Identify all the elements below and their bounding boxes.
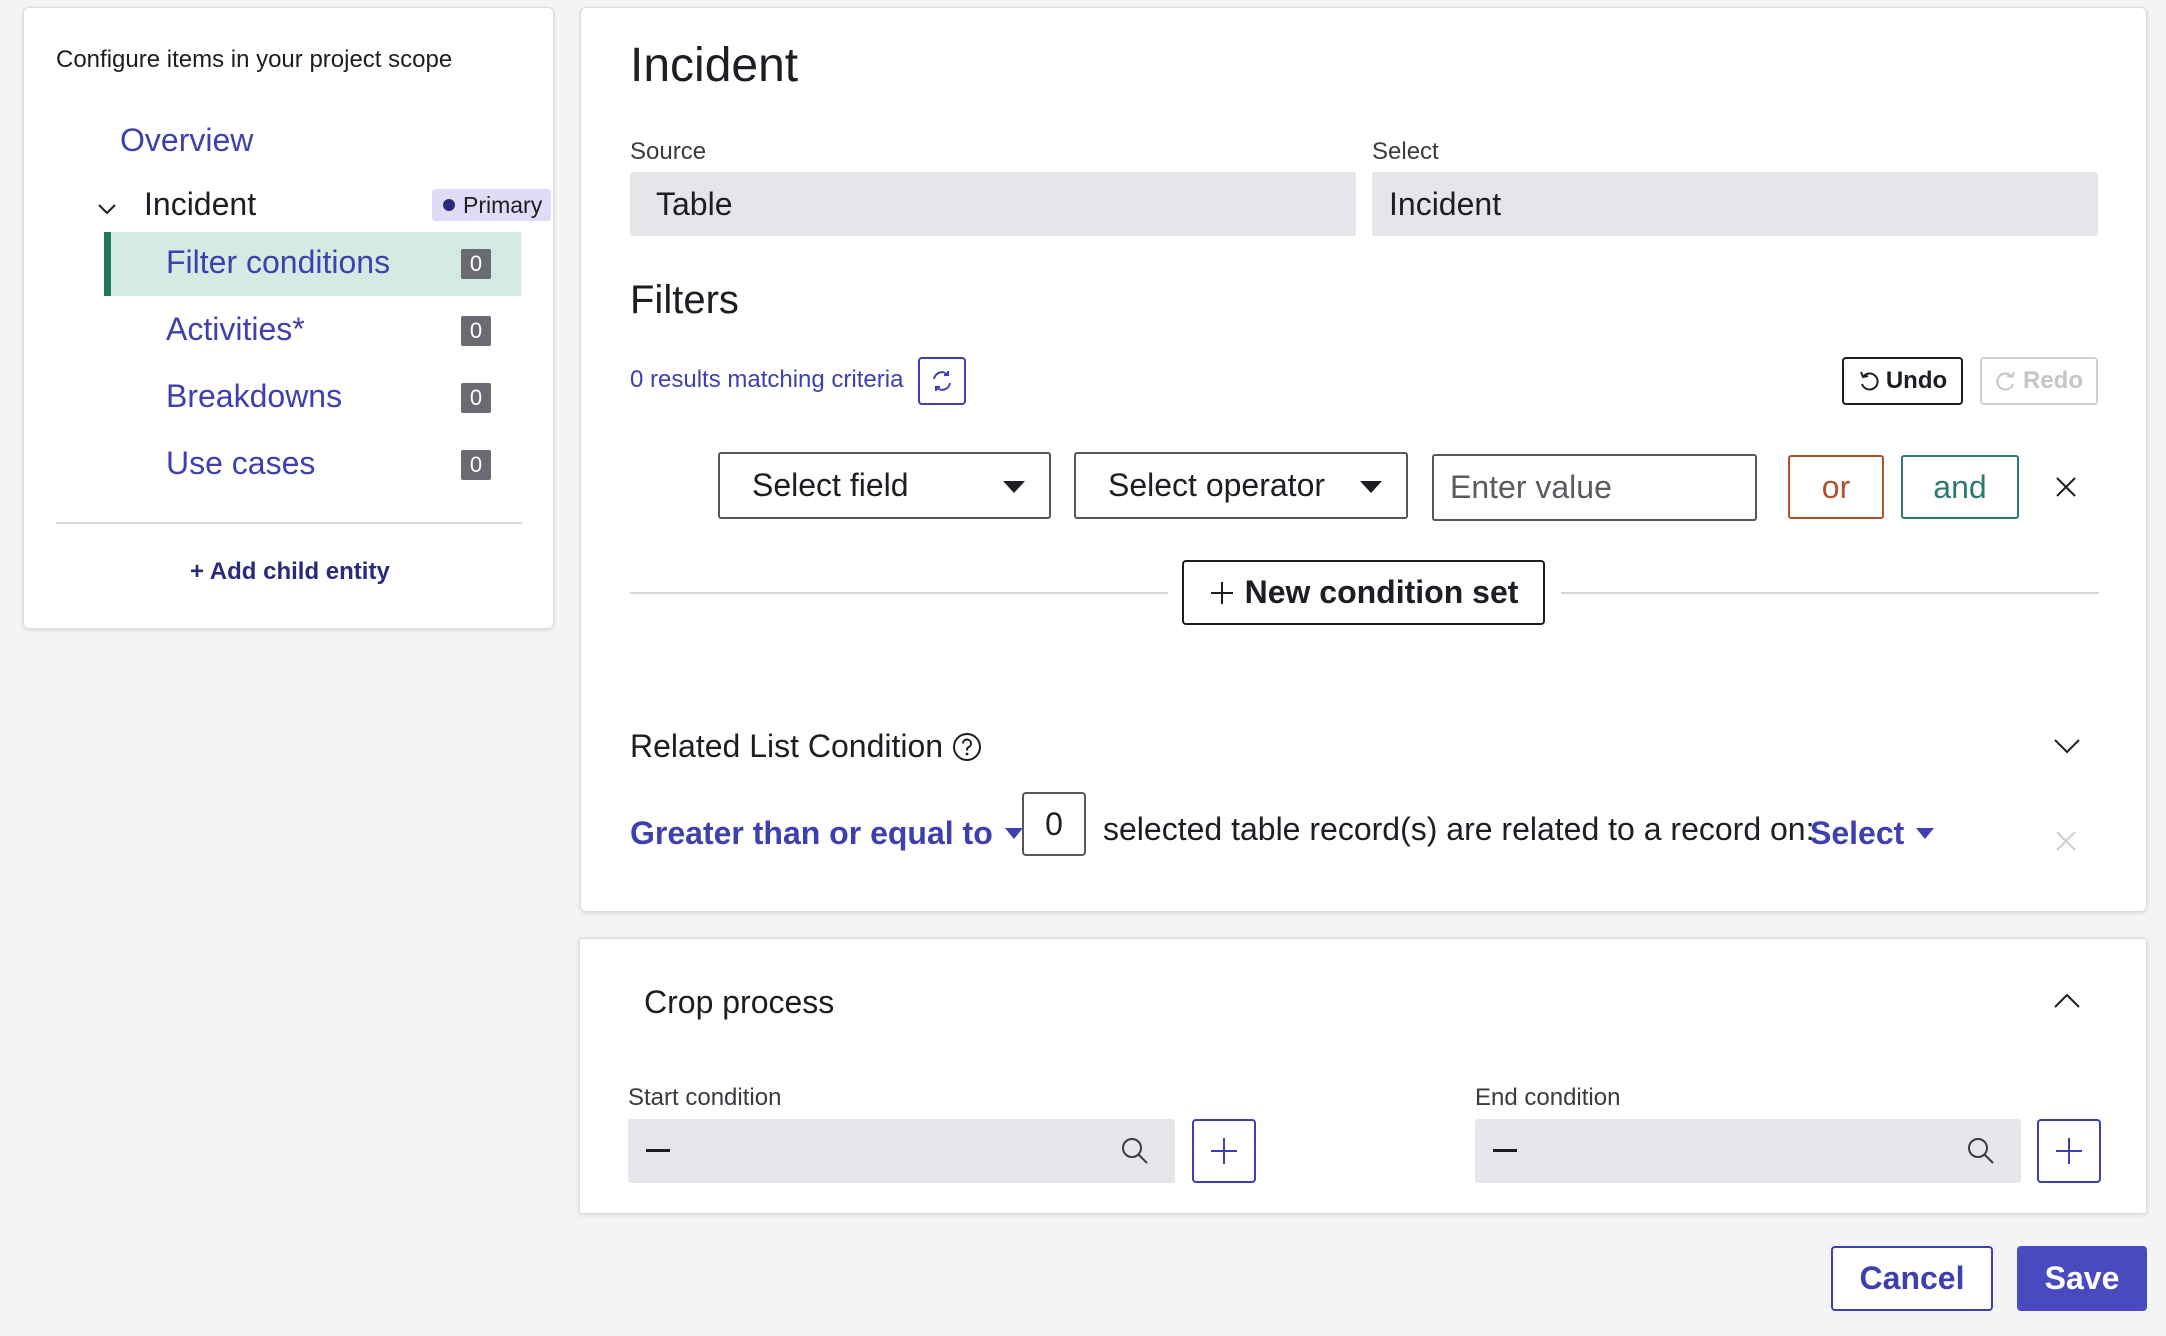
count-badge: 0 — [461, 316, 491, 346]
help-icon[interactable] — [951, 731, 983, 763]
search-icon[interactable] — [1965, 1135, 1997, 1167]
sidebar-item-label: Use cases — [166, 445, 316, 481]
crop-process-title: Crop process — [644, 984, 835, 1020]
empty-value-dash — [646, 1149, 670, 1152]
select-field-label: Select field — [752, 467, 909, 503]
sidebar-item-use-cases[interactable]: Use cases 0 — [104, 433, 521, 497]
select-field: Incident — [1372, 172, 2098, 236]
sidebar-item-label: Activities* — [166, 311, 305, 347]
divider — [630, 592, 1168, 594]
count-badge: 0 — [461, 249, 491, 279]
save-button[interactable]: Save — [2017, 1246, 2147, 1311]
start-condition-field[interactable]: — — [628, 1119, 1175, 1183]
search-icon[interactable] — [1119, 1135, 1151, 1167]
plus-icon: + — [190, 558, 205, 585]
plus-icon — [2056, 1138, 2082, 1164]
undo-icon — [1859, 371, 1879, 391]
sidebar-item-activities[interactable]: Activities* 0 — [104, 299, 521, 363]
select-operator-label: Select operator — [1108, 467, 1326, 503]
caret-down-icon — [1916, 828, 1935, 839]
and-button[interactable]: and — [1901, 455, 2019, 519]
add-child-entity-button[interactable]: + Add child entity — [190, 558, 390, 586]
source-label: Source — [630, 138, 707, 165]
sidebar-item-filter-conditions[interactable]: Filter conditions 0 — [104, 232, 521, 296]
add-start-condition-button[interactable] — [1192, 1119, 1256, 1183]
divider — [1561, 592, 2099, 594]
chevron-down-icon[interactable] — [2053, 736, 2081, 756]
related-list-title: Related List Condition — [630, 728, 944, 764]
undo-button[interactable]: Undo — [1842, 357, 1963, 405]
start-condition-label: Start condition — [628, 1084, 782, 1111]
page-title: Incident — [630, 39, 799, 92]
empty-value-dash — [1493, 1149, 1517, 1152]
related-count-input[interactable]: 0 — [1022, 792, 1086, 856]
sidebar-item-label: Breakdowns — [166, 378, 343, 414]
related-select-label: Select — [1810, 815, 1905, 851]
sidebar-title: Configure items in your project scope — [56, 46, 453, 73]
end-condition-field[interactable]: — — [1475, 1119, 2021, 1183]
redo-icon — [1996, 371, 2015, 391]
caret-down-icon — [1004, 828, 1023, 839]
close-icon — [2056, 477, 2076, 497]
or-button[interactable]: or — [1788, 455, 1884, 519]
count-badge: 0 — [461, 383, 491, 413]
related-operator-dropdown[interactable]: Greater than or equal to — [630, 815, 1023, 852]
sidebar-entity-label: Incident — [144, 186, 257, 222]
remove-related-condition-button — [2051, 826, 2081, 856]
undo-label: Undo — [1885, 367, 1948, 394]
remove-condition-button[interactable] — [2051, 472, 2081, 502]
add-child-entity-label: Add child entity — [209, 558, 390, 585]
refresh-button[interactable] — [918, 357, 966, 405]
sidebar-entity-incident[interactable]: Incident Primary — [72, 182, 552, 228]
new-condition-set-button[interactable]: New condition set — [1182, 560, 1545, 625]
redo-label: Redo — [2023, 367, 2083, 394]
count-badge: 0 — [461, 450, 491, 480]
caret-down-icon — [1360, 481, 1382, 493]
condition-value-input[interactable] — [1432, 454, 1757, 521]
close-icon — [2056, 831, 2076, 851]
results-count-link[interactable]: 0 results matching criteria — [630, 366, 903, 394]
source-field: Table — [630, 172, 1356, 236]
sidebar-item-overview[interactable]: Overview — [120, 122, 253, 159]
crop-process-panel: Crop process Start condition — End condi… — [579, 938, 2147, 1214]
new-condition-set-label: New condition set — [1244, 574, 1519, 610]
add-end-condition-button[interactable] — [2037, 1119, 2101, 1183]
sidebar-item-label: Filter conditions — [166, 244, 391, 280]
sidebar-panel: Configure items in your project scope Ov… — [23, 7, 554, 629]
chevron-down-icon[interactable] — [97, 199, 117, 219]
sidebar-divider — [56, 522, 522, 524]
dot-icon — [443, 199, 455, 211]
related-list-heading: Related List Condition — [630, 728, 983, 765]
plus-icon — [1211, 1138, 1237, 1164]
refresh-icon — [933, 371, 951, 391]
incident-config-panel: Incident Source Table Select Incident Fi… — [580, 7, 2147, 912]
sidebar-item-breakdowns[interactable]: Breakdowns 0 — [104, 366, 521, 430]
end-condition-label: End condition — [1475, 1084, 1621, 1111]
caret-down-icon — [1003, 481, 1025, 493]
select-label: Select — [1372, 138, 1439, 165]
plus-icon — [1210, 581, 1233, 604]
primary-badge-label: Primary — [463, 192, 543, 218]
cancel-button[interactable]: Cancel — [1831, 1246, 1993, 1311]
related-select-dropdown[interactable]: Select — [1810, 815, 1935, 852]
filters-heading: Filters — [630, 278, 739, 322]
related-description: selected table record(s) are related to … — [1103, 811, 1815, 847]
select-field-dropdown[interactable]: Select field — [718, 452, 1051, 519]
primary-badge: Primary — [432, 189, 552, 221]
redo-button: Redo — [1980, 357, 2098, 405]
chevron-up-icon[interactable] — [2053, 991, 2081, 1011]
select-operator-dropdown[interactable]: Select operator — [1074, 452, 1408, 519]
related-operator-label: Greater than or equal to — [630, 815, 993, 851]
